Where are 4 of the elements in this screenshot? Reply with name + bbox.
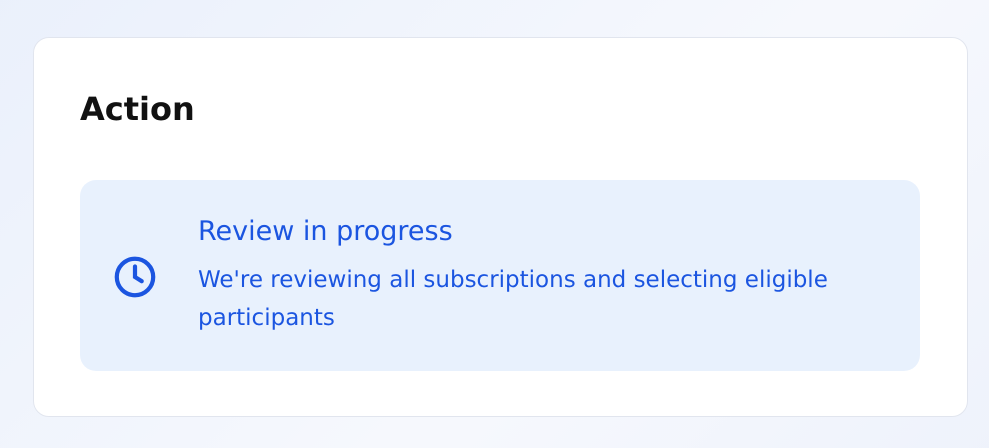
clock-icon: [112, 254, 158, 300]
notice-message: We're reviewing all subscriptions and selecting eligible participants: [198, 266, 829, 333]
notice-title: Review in progress: [198, 216, 454, 249]
card-title: Action: [80, 90, 196, 128]
